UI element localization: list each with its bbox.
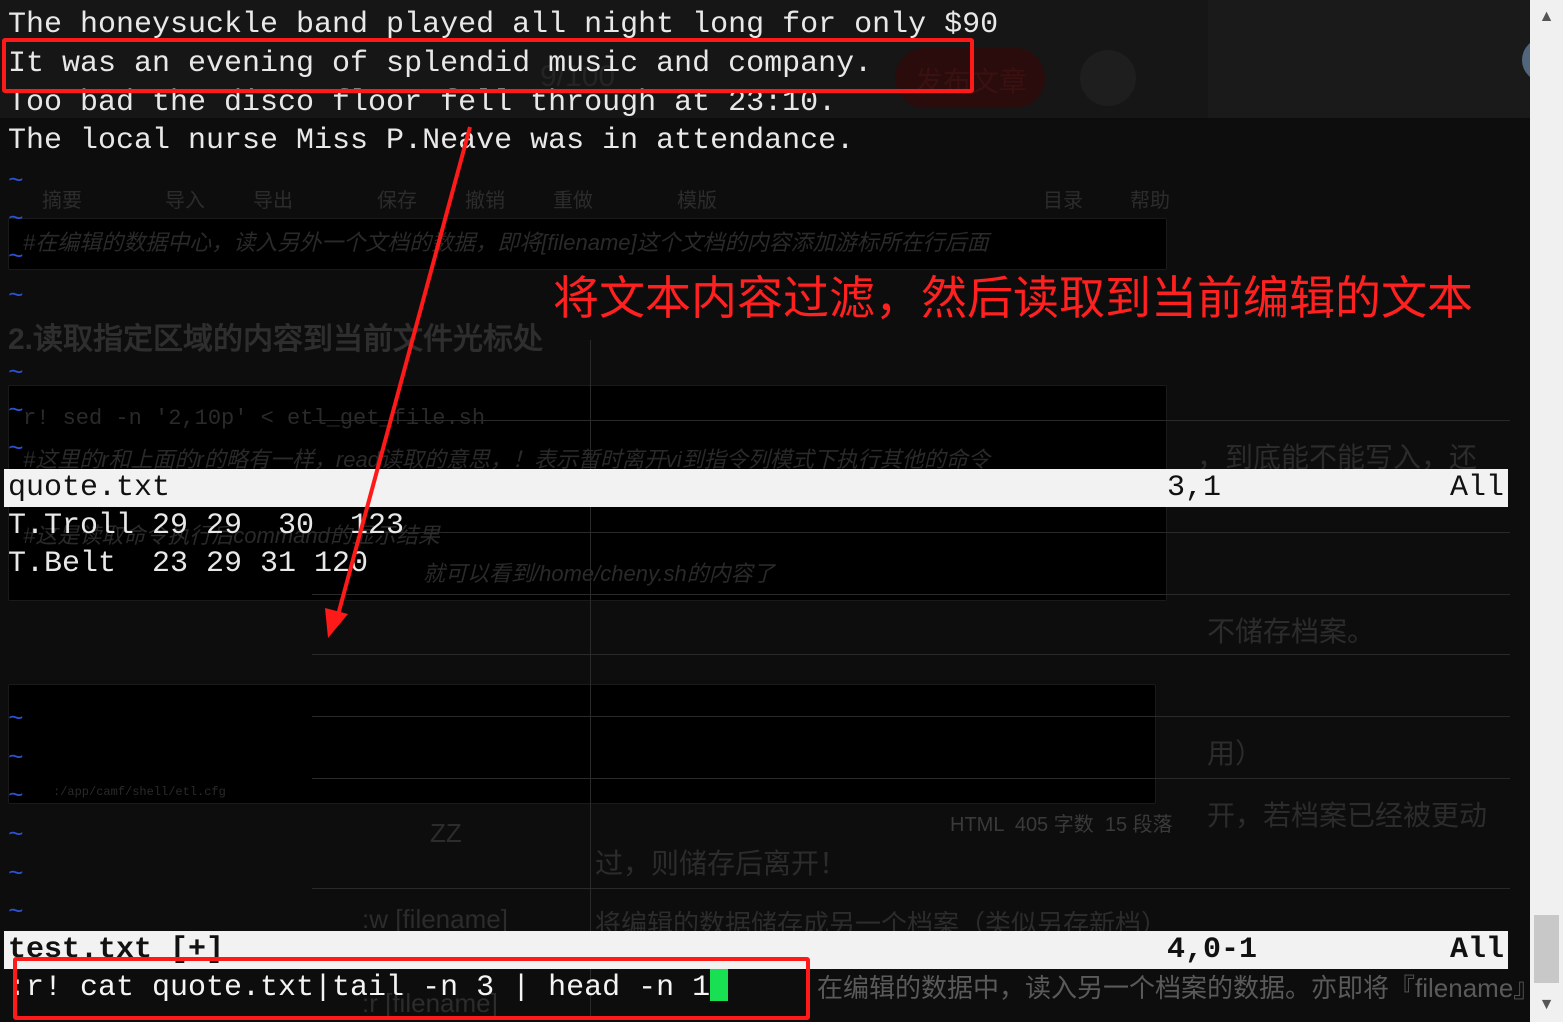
status-filename: quote.txt <box>8 471 171 505</box>
empty-line-tilde: ~ <box>8 704 24 734</box>
status-scope: All <box>1449 933 1504 967</box>
ghost-comment-1: #在编辑的数据中心，读入另外一个文档的数据，即将[filename]这个文档的内… <box>23 230 989 255</box>
highlight-box-line <box>2 38 974 93</box>
ghost-right-text-4: 开，若档案已经被更动 <box>1207 800 1488 831</box>
ghost-right-text-3: 用） <box>1207 738 1264 769</box>
data-line-2: T.Belt 23 29 31 120 <box>8 547 369 581</box>
ghost-row-desc-3: 在编辑的数据中，读入另一个档案的数据。亦即将『filename』这个档 <box>817 973 1563 1003</box>
editor-header-right <box>1208 0 1530 118</box>
scroll-thumb[interactable] <box>1534 915 1559 983</box>
empty-line-tilde: ~ <box>8 242 24 272</box>
ghost-code-2: :/app/camf/shell/etl.cfg <box>53 785 226 799</box>
empty-line-tilde: ~ <box>8 396 24 426</box>
empty-line-tilde: ~ <box>8 820 24 850</box>
empty-line-tilde: ~ <box>8 358 24 388</box>
scroll-up-arrow-icon[interactable]: ▲ <box>1530 0 1563 34</box>
vertical-scrollbar[interactable]: ▲ ▼ <box>1530 0 1563 1022</box>
ghost-right-text-2: 不储存档案。 <box>1207 616 1376 647</box>
ghost-row-key-1: ZZ <box>430 818 462 848</box>
data-line-1: T.Troll 29 29 30 123 <box>8 509 405 543</box>
ghost-right-text-5: 过，则储存后离开！ <box>595 848 848 879</box>
highlight-box-command <box>13 957 810 1020</box>
empty-line-tilde: ~ <box>8 434 24 464</box>
ghost-tool-template[interactable]: 模版 <box>677 184 717 213</box>
empty-line-tilde: ~ <box>8 166 24 196</box>
ghost-tool-help[interactable]: 帮助 <box>1130 184 1170 213</box>
ghost-tool-undo[interactable]: 撤销 <box>465 184 505 213</box>
empty-line-tilde: ~ <box>8 781 24 811</box>
empty-line-tilde: ~ <box>8 897 24 927</box>
ghost-tool-redo[interactable]: 重做 <box>553 184 593 213</box>
empty-line-tilde: ~ <box>8 204 24 234</box>
empty-line-tilde: ~ <box>8 859 24 889</box>
ghost-avatar[interactable] <box>1080 50 1136 106</box>
ghost-editor-stats: HTML 405 字数 15 段落 <box>950 814 1173 836</box>
scroll-down-arrow-icon[interactable]: ▼ <box>1530 988 1563 1022</box>
status-position: 4,0-1 <box>1167 933 1258 967</box>
empty-line-tilde: ~ <box>8 281 24 311</box>
status-bar-quote: quote.txt 3,1 All <box>4 469 1508 507</box>
quote-line-4: The local nurse Miss P.Neave was in atte… <box>8 124 855 158</box>
ghost-tool-save[interactable]: 保存 <box>377 184 417 213</box>
ghost-tool-export[interactable]: 导出 <box>253 184 293 213</box>
ghost-tool-import[interactable]: 导入 <box>165 184 205 213</box>
ghost-tool-summary[interactable]: 摘要 <box>42 184 82 213</box>
ghost-tool-toc[interactable]: 目录 <box>1043 184 1083 213</box>
status-position: 3,1 <box>1167 471 1222 505</box>
ghost-article-table: ，到底能不能写入，还 不储存档案。 用） 开，若档案已经被更动 过，则储存后离开… <box>312 340 1563 1020</box>
empty-line-tilde: ~ <box>8 743 24 773</box>
status-scope: All <box>1449 471 1504 505</box>
annotation-text: 将文本内容过滤，然后读取到当前编辑的文本 <box>553 271 1473 325</box>
